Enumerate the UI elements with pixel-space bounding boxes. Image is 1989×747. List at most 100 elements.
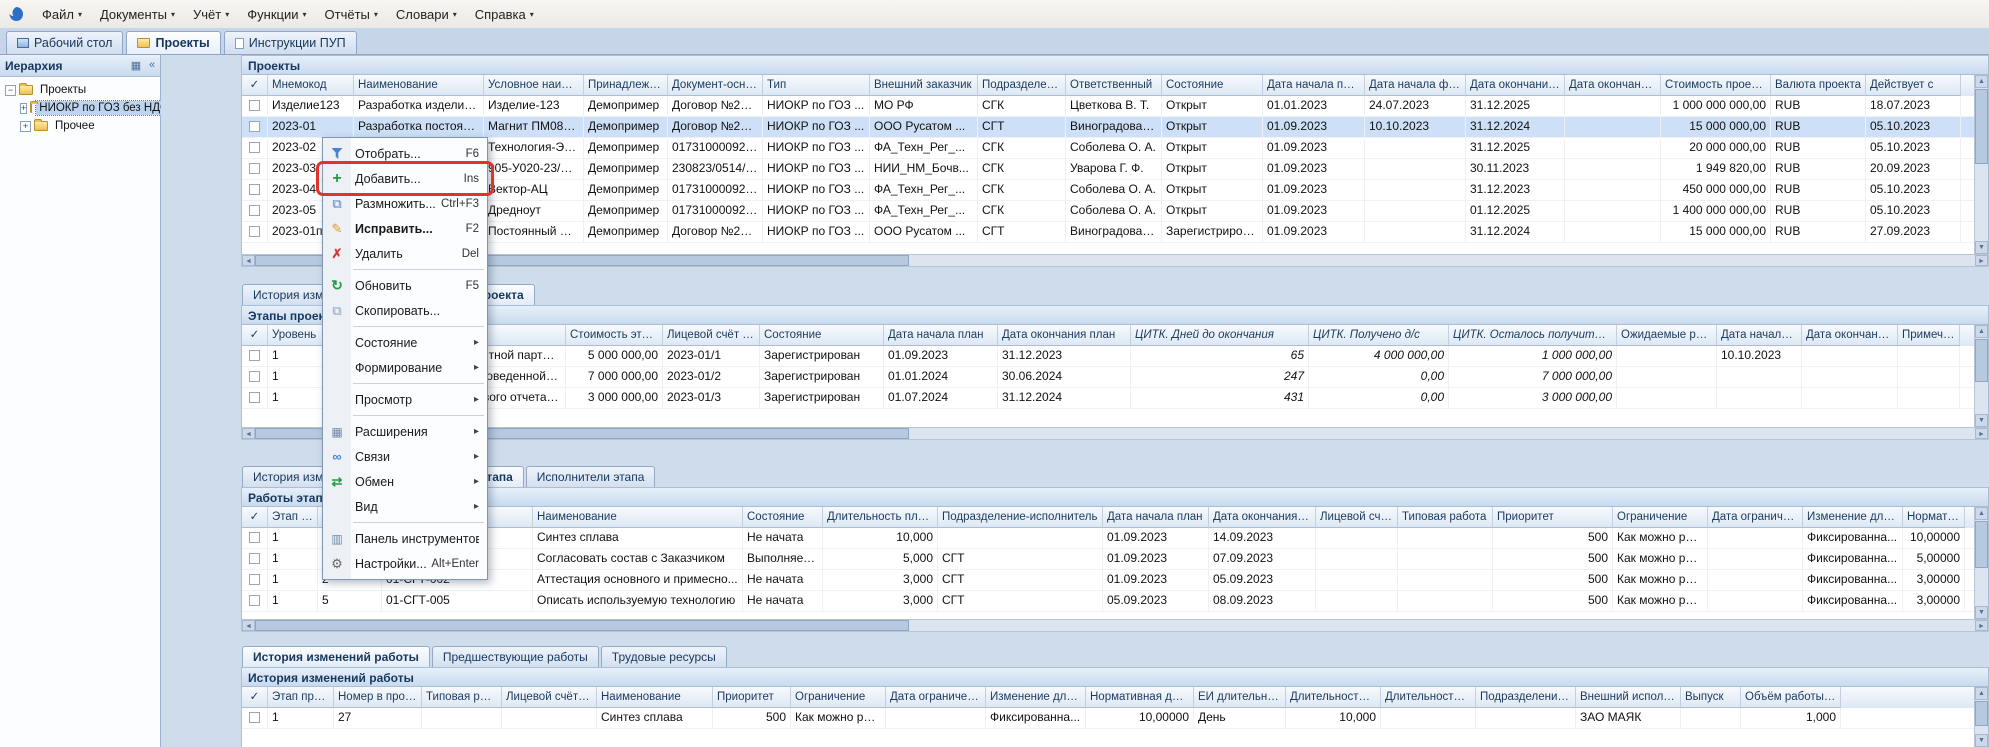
column-header[interactable]: Дата ограничения	[1708, 507, 1803, 528]
context-menu-item[interactable]: ОбновитьF5	[323, 273, 487, 298]
row-checkbox[interactable]	[249, 350, 260, 361]
scroll-right-button[interactable]: ►	[1975, 255, 1988, 266]
column-header[interactable]: Документ-основание	[668, 75, 763, 96]
scroll-down-button[interactable]: ▼	[1975, 606, 1988, 619]
collapse-icon[interactable]: «	[144, 59, 160, 72]
tree-expander-icon[interactable]: +	[20, 103, 27, 114]
scrollbar-thumb[interactable]	[1975, 521, 1988, 568]
context-menu-item[interactable]: Связи▸	[323, 444, 487, 469]
context-menu-item[interactable]: Состояние▸	[323, 330, 487, 355]
menubar-item[interactable]: Файл▾	[33, 3, 91, 25]
scrollbar-track[interactable]	[255, 255, 1975, 266]
row-checkbox[interactable]	[249, 184, 260, 195]
menubar-item[interactable]: Справка▾	[466, 3, 543, 25]
scrollbar-track[interactable]	[255, 620, 1975, 631]
column-header[interactable]: Подразделение-ответственное	[978, 75, 1066, 96]
table-row[interactable]: Изделие123Разработка изделия 123Изделие-…	[242, 96, 1976, 117]
window-tab[interactable]: Проекты	[126, 31, 220, 54]
tree-item[interactable]: +Прочее	[0, 117, 160, 135]
scroll-up-button[interactable]: ▲	[1975, 507, 1988, 520]
table-row[interactable]: 1201-СГТ-002Аттестация основного и приме…	[242, 570, 1976, 591]
column-header[interactable]: Выпуск	[1681, 687, 1741, 708]
select-all-checkbox[interactable]: ✓	[242, 507, 268, 528]
column-header[interactable]: Наименование	[354, 75, 484, 96]
column-header[interactable]: Подразделение-исполнитель	[1476, 687, 1576, 708]
scroll-down-button[interactable]: ▼	[1975, 734, 1988, 747]
column-header[interactable]: Подразделение-исполнитель	[938, 507, 1103, 528]
column-header[interactable]: Условное наименование	[484, 75, 584, 96]
column-header[interactable]: Приоритет	[713, 687, 791, 708]
context-menu-item[interactable]: Расширения▸	[323, 419, 487, 444]
tree-item[interactable]: −Проекты	[0, 81, 160, 99]
column-header[interactable]: Дата ограничения	[886, 687, 986, 708]
context-menu-item[interactable]: Размножить...Ctrl+F3	[323, 191, 487, 216]
table-row[interactable]: 2023-02Технология-ЭМСДемопример017310000…	[242, 138, 1976, 159]
select-all-checkbox[interactable]: ✓	[242, 687, 268, 708]
column-header[interactable]: Длительность факт	[1381, 687, 1476, 708]
table-row[interactable]: 2023-01пПостоянный маг...ДемопримерДогов…	[242, 222, 1976, 243]
table-row[interactable]: 1101-СГТ-001Согласовать состав с Заказчи…	[242, 549, 1976, 570]
column-header[interactable]: Лицевой счёт затрат	[1316, 507, 1398, 528]
column-header[interactable]: Дата окончания план	[1209, 507, 1316, 528]
select-all-checkbox[interactable]: ✓	[242, 325, 268, 346]
tree-expander-icon[interactable]: +	[20, 121, 31, 132]
scroll-down-button[interactable]: ▼	[1975, 241, 1988, 254]
column-header[interactable]: Состояние	[1162, 75, 1263, 96]
column-header[interactable]: Уровень	[268, 325, 328, 346]
context-menu-item[interactable]: Формирование▸	[323, 355, 487, 380]
column-header[interactable]: Тип	[763, 75, 870, 96]
column-header[interactable]: Номер в проекте	[334, 687, 422, 708]
scrollbar-thumb[interactable]	[1975, 701, 1988, 726]
column-header[interactable]: Приоритет	[1493, 507, 1613, 528]
row-checkbox[interactable]	[249, 121, 260, 132]
column-header[interactable]: Стоимость этапа	[566, 325, 663, 346]
grid-icon[interactable]: ▦	[128, 59, 144, 72]
column-header[interactable]: Длительность план	[1286, 687, 1381, 708]
row-checkbox[interactable]	[249, 574, 260, 585]
column-header[interactable]: Нормативная длительность	[1086, 687, 1194, 708]
column-header[interactable]: Валюта проекта	[1771, 75, 1866, 96]
column-header[interactable]: Этап проекта	[268, 507, 318, 528]
section-tab[interactable]: Предшествующие работы	[432, 646, 599, 667]
row-checkbox[interactable]	[249, 595, 260, 606]
column-header[interactable]: Ответственный	[1066, 75, 1162, 96]
column-header[interactable]: Мнемокод	[268, 75, 354, 96]
horizontal-scrollbar[interactable]: ◄ ►	[241, 619, 1989, 632]
column-header[interactable]: Лицевой счёт затрат	[502, 687, 597, 708]
scrollbar-track[interactable]	[255, 428, 1975, 439]
row-checkbox[interactable]	[249, 371, 260, 382]
context-menu-item[interactable]: Отобрать...F6	[323, 141, 487, 166]
table-row[interactable]: 127Синтез сплаваНе начата10,00001.09.202…	[242, 528, 1976, 549]
menubar-item[interactable]: Отчёты▾	[316, 3, 387, 25]
column-header[interactable]: Длительность план ▾	[823, 507, 938, 528]
scroll-up-button[interactable]: ▲	[1975, 687, 1988, 700]
table-row[interactable]: 11Изготовление опытной партии ПМ085-015 …	[242, 346, 1976, 367]
row-checkbox[interactable]	[249, 532, 260, 543]
column-header[interactable]: Дата окончания план	[998, 325, 1131, 346]
column-header[interactable]: Наименование	[533, 507, 743, 528]
section-tab[interactable]: Трудовые ресурсы	[601, 646, 727, 667]
menubar-item[interactable]: Функции▾	[238, 3, 315, 25]
context-menu-item[interactable]: Скопировать...	[323, 298, 487, 323]
scroll-right-button[interactable]: ►	[1975, 428, 1988, 439]
column-header[interactable]: Изменение длительности	[1803, 507, 1903, 528]
table-row[interactable]: 1501-СГТ-005Описать используемую техноло…	[242, 591, 1976, 612]
column-header[interactable]: Внешний заказчик	[870, 75, 978, 96]
column-header[interactable]: Дата начала план	[1103, 507, 1209, 528]
column-header[interactable]: Дата начала факт.	[1365, 75, 1466, 96]
scrollbar-thumb[interactable]	[1975, 89, 1988, 164]
table-row[interactable]: 13Подготовка итогового отчета с Заказчик…	[242, 388, 1976, 409]
column-header[interactable]: Дата окончания план.	[1466, 75, 1565, 96]
scroll-left-button[interactable]: ◄	[242, 255, 255, 266]
tree-item[interactable]: +НИОКР по ГОЗ без НДС	[0, 99, 160, 117]
row-checkbox[interactable]	[249, 226, 260, 237]
row-checkbox[interactable]	[249, 100, 260, 111]
column-header[interactable]: Ограничение	[791, 687, 886, 708]
column-header[interactable]: Дата окончания факт.	[1565, 75, 1661, 96]
column-header[interactable]: Дата окончания факт	[1802, 325, 1898, 346]
menubar-item[interactable]: Документы▾	[91, 3, 184, 25]
row-checkbox[interactable]	[249, 553, 260, 564]
column-header[interactable]: Типовая работа	[422, 687, 502, 708]
scroll-left-button[interactable]: ◄	[242, 428, 255, 439]
vertical-scrollbar[interactable]: ▲ ▼	[1974, 507, 1988, 619]
